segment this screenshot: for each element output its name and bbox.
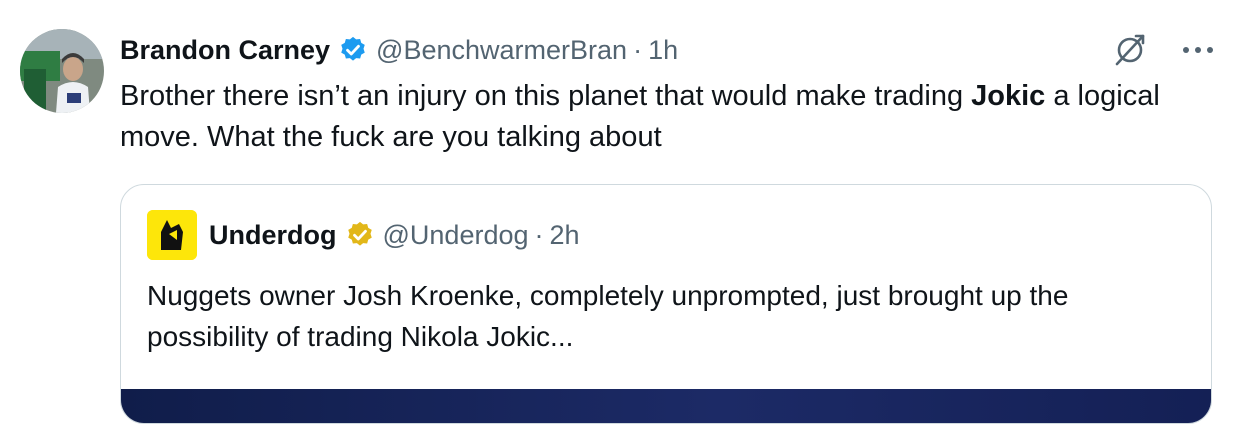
tweet-time[interactable]: 1h (648, 35, 678, 66)
quoted-tweet-text: Nuggets owner Josh Kroenke, completely u… (147, 280, 1069, 352)
underdog-logo-icon (147, 210, 197, 260)
tweet-text-part: Brother there isn’t an injury on this pl… (120, 80, 972, 112)
separator-dot: · (633, 34, 643, 65)
author-name[interactable]: Brandon Carney (120, 35, 330, 66)
tweet-header: Brandon Carney @BenchwarmerBran · 1h (120, 30, 678, 70)
quoted-tweet-time[interactable]: 2h (550, 220, 580, 251)
tweet-text-bold: Jokic (971, 80, 1046, 112)
tweet-actions (1112, 30, 1214, 70)
quoted-tweet-header: Underdog @Underdog · 2h (209, 215, 580, 255)
verified-badge-icon (338, 35, 368, 65)
tweet-text: Brother there isn’t an injury on this pl… (120, 76, 1210, 158)
quoted-author-avatar[interactable] (147, 210, 197, 260)
quoted-tweet-media[interactable] (121, 389, 1211, 423)
author-handle[interactable]: @BenchwarmerBran (376, 35, 627, 66)
more-dots-icon[interactable] (1182, 45, 1214, 55)
quoted-author-handle[interactable]: @Underdog (383, 220, 529, 251)
avatar-photo (20, 29, 104, 113)
separator-dot: · (534, 219, 544, 250)
grok-icon[interactable] (1112, 32, 1148, 68)
quoted-tweet-card[interactable]: Underdog @Underdog · 2h Nuggets owner Jo… (120, 184, 1212, 424)
gold-verified-badge-icon (345, 220, 375, 250)
author-avatar[interactable] (20, 29, 104, 113)
quoted-author-name[interactable]: Underdog (209, 220, 337, 251)
